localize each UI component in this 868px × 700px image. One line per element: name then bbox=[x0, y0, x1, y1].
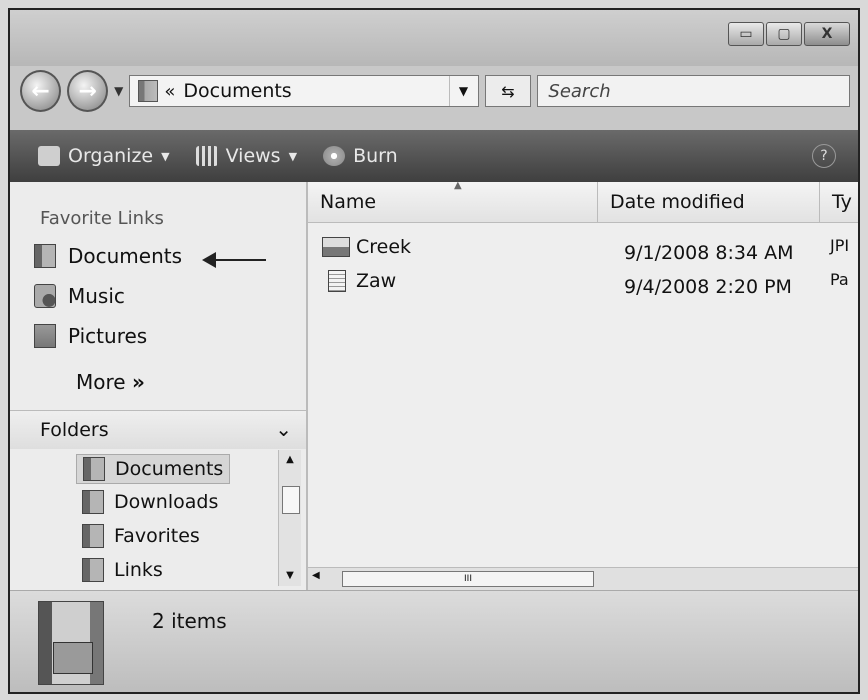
folder-icon bbox=[82, 490, 104, 514]
forward-arrow-icon: → bbox=[78, 78, 97, 104]
favorite-links-title: Favorite Links bbox=[40, 208, 164, 229]
file-type: JPI bbox=[830, 236, 850, 255]
scroll-down-icon[interactable]: ▼ bbox=[279, 566, 301, 586]
navigation-pane: Favorite Links Documents Music Pictures … bbox=[10, 182, 308, 590]
views-button[interactable]: Views ▼ bbox=[195, 145, 298, 167]
file-list-horizontal-scrollbar[interactable]: ◀ III bbox=[308, 567, 858, 590]
folder-tree-item-links[interactable]: Links bbox=[76, 556, 169, 584]
navigation-bar: ← → ▼ « Documents ▼ ⇆ Search bbox=[20, 66, 850, 116]
folder-icon bbox=[82, 558, 104, 582]
folder-tree-label: Favorites bbox=[114, 525, 200, 547]
favorite-link-documents[interactable]: Documents bbox=[34, 244, 182, 268]
address-chevron[interactable]: « bbox=[164, 81, 175, 102]
recent-pages-dropdown-icon[interactable]: ▼ bbox=[114, 84, 123, 98]
file-date: 9/4/2008 2:20 PM bbox=[624, 276, 792, 298]
organize-label: Organize bbox=[68, 145, 154, 167]
search-input[interactable]: Search bbox=[537, 75, 850, 107]
favorite-link-label: Pictures bbox=[68, 324, 148, 348]
folder-tree-item-downloads[interactable]: Downloads bbox=[76, 488, 224, 516]
favorites-folder-icon bbox=[82, 524, 104, 548]
chevron-down-icon: ▼ bbox=[161, 149, 170, 163]
address-dropdown-icon[interactable]: ▼ bbox=[448, 76, 478, 106]
file-date: 9/1/2008 8:34 AM bbox=[624, 242, 794, 264]
refresh-button[interactable]: ⇆ bbox=[484, 75, 532, 107]
item-count: 2 items bbox=[152, 609, 227, 633]
folder-icon bbox=[138, 80, 159, 102]
column-header-name[interactable]: Name bbox=[308, 182, 598, 222]
chevron-down-icon: ▼ bbox=[288, 149, 298, 163]
column-header-type[interactable]: Ty bbox=[820, 182, 858, 222]
caption-buttons: ▭ ▢ X bbox=[728, 22, 850, 46]
double-chevron-icon: » bbox=[131, 370, 145, 394]
favorite-link-music[interactable]: Music bbox=[34, 284, 125, 308]
folder-tree-label: Links bbox=[114, 559, 163, 581]
file-row-creek[interactable]: Creek bbox=[322, 236, 411, 258]
refresh-icon: ⇆ bbox=[501, 81, 515, 101]
burn-label: Burn bbox=[353, 145, 398, 167]
file-name: Zaw bbox=[356, 270, 397, 292]
column-headers: ▲ Name Date modified Ty bbox=[308, 180, 858, 223]
folder-tree-label: Downloads bbox=[114, 491, 219, 513]
documents-icon bbox=[34, 244, 56, 268]
title-bar: ▭ ▢ X bbox=[10, 10, 858, 66]
pictures-icon bbox=[34, 324, 56, 348]
folders-header[interactable]: Folders ⌄ bbox=[10, 410, 306, 449]
command-toolbar: Organize ▼ Views ▼ Burn ? bbox=[10, 130, 858, 182]
views-label: Views bbox=[225, 145, 281, 167]
help-button[interactable]: ? bbox=[812, 144, 836, 168]
folder-tree-scrollbar[interactable]: ▲ ▼ bbox=[278, 450, 301, 586]
burn-button[interactable]: Burn bbox=[323, 145, 398, 167]
minimize-button[interactable]: ▭ bbox=[728, 22, 764, 46]
back-arrow-icon: ← bbox=[31, 78, 50, 104]
folder-tree-item-documents[interactable]: Documents bbox=[76, 454, 231, 484]
file-list-pane: ▲ Name Date modified Ty Creek 9/1/2008 8… bbox=[308, 180, 858, 590]
scroll-up-icon[interactable]: ▲ bbox=[279, 450, 301, 470]
folder-icon bbox=[83, 457, 105, 481]
organize-button[interactable]: Organize ▼ bbox=[38, 145, 170, 167]
column-header-date-modified[interactable]: Date modified bbox=[598, 182, 820, 222]
scroll-thumb[interactable] bbox=[282, 486, 300, 514]
details-pane: 2 items bbox=[10, 590, 858, 692]
forward-button[interactable]: → bbox=[67, 70, 109, 112]
views-icon bbox=[195, 146, 218, 166]
text-file-icon bbox=[328, 270, 346, 292]
folder-large-icon bbox=[38, 601, 104, 685]
favorite-link-pictures[interactable]: Pictures bbox=[34, 324, 147, 348]
explorer-window: ▭ ▢ X ← → ▼ « Documents ▼ ⇆ Search Organ… bbox=[8, 8, 860, 694]
organize-icon bbox=[38, 146, 60, 166]
file-row-zaw[interactable]: Zaw bbox=[322, 270, 396, 292]
maximize-button[interactable]: ▢ bbox=[766, 22, 802, 46]
more-link[interactable]: More » bbox=[76, 370, 145, 394]
file-type: Pa bbox=[830, 270, 849, 289]
folder-tree-item-favorites[interactable]: Favorites bbox=[76, 522, 206, 550]
close-button[interactable]: X bbox=[804, 22, 850, 46]
folders-title: Folders bbox=[40, 419, 109, 441]
address-path[interactable]: Documents bbox=[183, 80, 448, 102]
scroll-thumb[interactable]: III bbox=[342, 571, 594, 587]
annotation-arrow bbox=[202, 252, 266, 268]
disc-icon bbox=[323, 146, 346, 166]
music-icon bbox=[34, 284, 56, 308]
chevron-down-icon: ⌄ bbox=[275, 417, 292, 441]
favorite-link-label: Documents bbox=[68, 244, 183, 268]
file-name: Creek bbox=[356, 236, 412, 258]
favorite-link-label: Music bbox=[68, 284, 125, 308]
image-file-icon bbox=[322, 237, 350, 257]
scroll-left-icon[interactable]: ◀ bbox=[312, 570, 320, 581]
back-button[interactable]: ← bbox=[20, 70, 62, 112]
address-bar[interactable]: « Documents ▼ bbox=[129, 75, 479, 107]
folder-tree-label: Documents bbox=[115, 458, 224, 480]
more-label: More bbox=[76, 370, 126, 394]
